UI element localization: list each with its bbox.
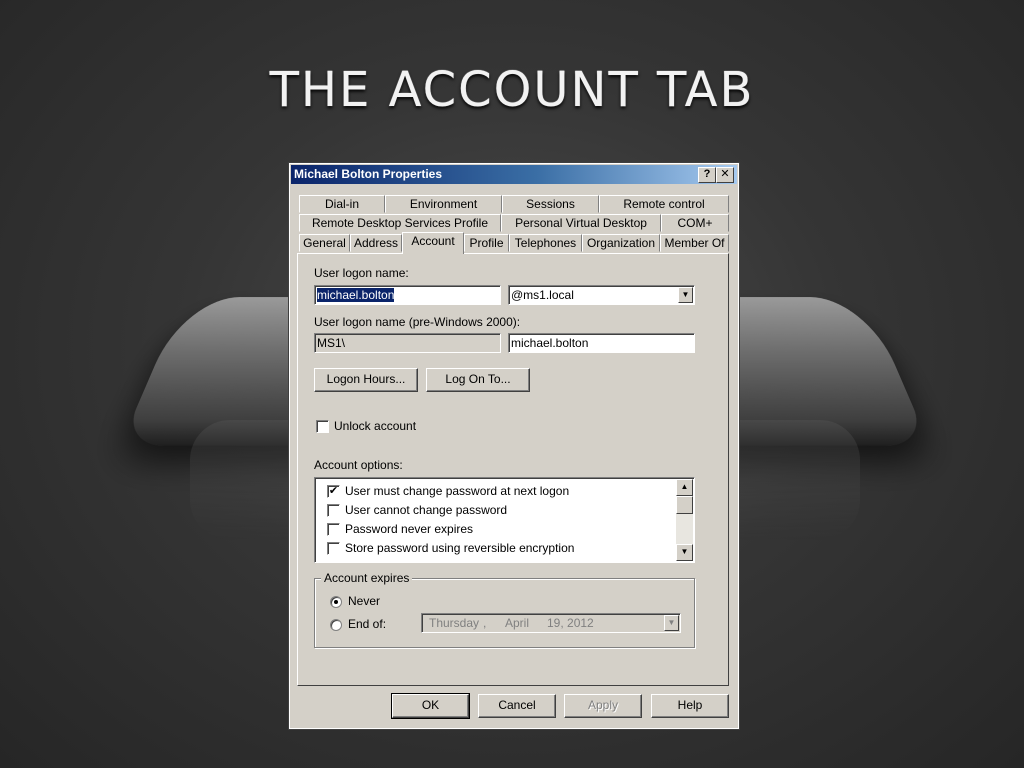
apply-button: Apply (564, 694, 642, 718)
option-label: User must change password at next logon (345, 484, 570, 498)
help-button[interactable]: Help (651, 694, 729, 718)
unlock-account-checkbox[interactable] (316, 420, 329, 433)
scroll-down-icon[interactable]: ▼ (676, 544, 693, 561)
tab-member-of[interactable]: Member Of (660, 234, 729, 252)
option-label: Password never expires (345, 522, 474, 536)
scroll-thumb[interactable] (676, 496, 693, 514)
option-checkbox-never-expires[interactable] (327, 523, 340, 536)
log-on-to-button[interactable]: Log On To... (426, 368, 530, 392)
date-day: Thursday (429, 616, 480, 630)
date-month: April (505, 616, 530, 630)
tab-general[interactable]: General (299, 234, 350, 252)
dialog-title: Michael Bolton Properties (294, 167, 443, 181)
tab-row-1: Dial-in Environment Sessions Remote cont… (299, 195, 729, 213)
chevron-down-icon[interactable]: ▼ (678, 287, 693, 303)
account-expires-group: Account expires Never End of: Thursday ,… (314, 571, 695, 648)
end-of-radio[interactable] (330, 619, 342, 631)
pre2000-domain-field: MS1\ (314, 333, 501, 353)
never-label: Never (348, 594, 381, 608)
pre2000-name-input[interactable]: michael.bolton (508, 333, 695, 353)
date-day-year: 19, 2012 (547, 616, 594, 630)
account-tab-panel: User logon name: michael.bolton @ms1.loc… (297, 253, 729, 686)
tab-remote-control[interactable]: Remote control (599, 195, 729, 213)
option-checkbox-reversible[interactable] (327, 542, 340, 555)
tab-organization[interactable]: Organization (582, 234, 660, 252)
domain-suffix-value: @ms1.local (511, 288, 574, 302)
properties-dialog: Michael Bolton Properties ? ✕ Dial-in En… (288, 162, 740, 730)
slide-title: THE ACCOUNT TAB (269, 62, 755, 118)
tab-row-2: Remote Desktop Services Profile Personal… (299, 214, 729, 232)
never-radio[interactable] (330, 596, 342, 608)
tab-profile[interactable]: Profile (464, 234, 509, 252)
logon-name-label: User logon name: (314, 266, 409, 280)
option-label: User cannot change password (345, 503, 508, 517)
calendar-dropdown-icon: ▼ (664, 615, 679, 631)
account-expires-legend: Account expires (321, 571, 413, 585)
tab-rds-profile[interactable]: Remote Desktop Services Profile (299, 214, 501, 232)
tab-environment[interactable]: Environment (385, 195, 502, 213)
tab-com-plus[interactable]: COM+ (661, 214, 729, 232)
account-options-list[interactable]: ✔ User must change password at next logo… (314, 477, 695, 563)
tab-sessions[interactable]: Sessions (502, 195, 599, 213)
tab-account[interactable]: Account (402, 232, 464, 254)
unlock-account-label: Unlock account (334, 419, 417, 433)
help-title-button[interactable]: ? (698, 167, 716, 183)
tab-address[interactable]: Address (350, 234, 402, 252)
option-checkbox-cannot-change[interactable] (327, 504, 340, 517)
tab-dial-in[interactable]: Dial-in (299, 195, 385, 213)
close-button[interactable]: ✕ (716, 167, 734, 183)
tab-row-3: General Address Account Profile Telephon… (299, 232, 729, 254)
option-label: Store password using reversible encrypti… (345, 541, 575, 555)
dialog-titlebar: Michael Bolton Properties ? ✕ (291, 165, 737, 184)
option-checkbox-must-change[interactable]: ✔ (327, 485, 340, 498)
domain-suffix-select[interactable]: @ms1.local ▼ (508, 285, 695, 305)
date-separator: , (483, 616, 487, 630)
options-scrollbar[interactable]: ▲ ▼ (676, 479, 693, 561)
tab-telephones[interactable]: Telephones (509, 234, 582, 252)
tab-personal-virtual-desktop[interactable]: Personal Virtual Desktop (501, 214, 661, 232)
logon-hours-button[interactable]: Logon Hours... (314, 368, 418, 392)
cancel-button[interactable]: Cancel (478, 694, 556, 718)
logon-name-input[interactable]: michael.bolton (314, 285, 501, 305)
end-of-label: End of: (348, 617, 387, 631)
ok-button[interactable]: OK (391, 693, 470, 719)
account-options-label: Account options: (314, 458, 403, 472)
expiry-date-picker: Thursday , April 19, 2012 ▼ (421, 613, 681, 633)
scroll-up-icon[interactable]: ▲ (676, 479, 693, 496)
pre2000-label: User logon name (pre-Windows 2000): (314, 315, 521, 329)
